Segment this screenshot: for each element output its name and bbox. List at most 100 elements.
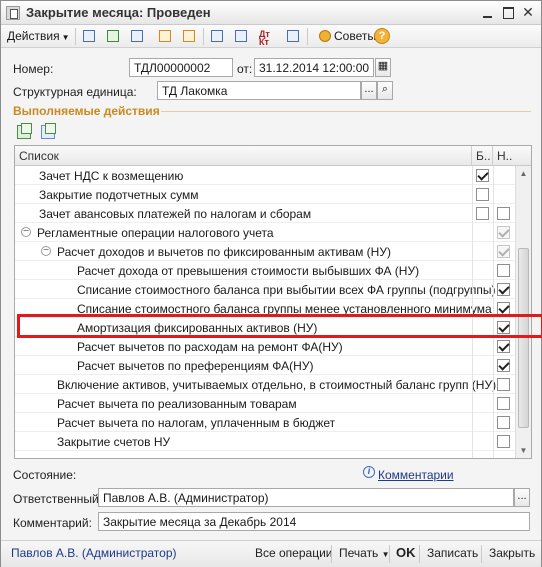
- unpost-document-icon[interactable]: [181, 28, 197, 44]
- scroll-up-icon[interactable]: ▲: [516, 166, 531, 181]
- checkbox-n[interactable]: [497, 283, 510, 296]
- table-row[interactable]: Расчет вычета по реализованным товарам: [15, 394, 515, 413]
- close-button[interactable]: Закрыть: [489, 546, 535, 560]
- date-field[interactable]: 31.12.2014 12:00:00: [254, 58, 374, 77]
- checkbox-n[interactable]: [497, 264, 510, 277]
- comment-label: Комментарий:: [13, 516, 92, 530]
- uncheck-all-icon[interactable]: [41, 123, 56, 139]
- checkbox-n[interactable]: [497, 245, 510, 258]
- row-label: Расчет вычета по налогам, уплаченным в б…: [57, 416, 336, 430]
- checkbox-n[interactable]: [497, 378, 510, 391]
- print-button[interactable]: Печать ▼: [339, 546, 390, 560]
- list-view-icon[interactable]: [209, 28, 225, 44]
- table-row[interactable]: Амортизация фиксированных активов (НУ): [15, 318, 515, 337]
- dt-kt-icon[interactable]: Дт Кт: [259, 30, 275, 47]
- checkbox-n[interactable]: [497, 397, 510, 410]
- title-bar: Закрытие месяца: Проведен ✕: [1, 1, 541, 25]
- column-header-list[interactable]: Список: [19, 149, 59, 163]
- info-icon: i: [363, 466, 375, 478]
- scroll-down-icon[interactable]: ▼: [516, 443, 531, 458]
- table-row[interactable]: Закрытие счетов НУ: [15, 432, 515, 451]
- footer-divider: [419, 545, 420, 563]
- print-label: Печать: [339, 546, 379, 560]
- collapse-toggle-icon[interactable]: −: [41, 246, 51, 256]
- checkbox-n[interactable]: [497, 226, 510, 239]
- number-field[interactable]: ТДЛ00000002: [129, 58, 233, 77]
- state-label: Состояние:: [13, 468, 77, 482]
- checkbox-b[interactable]: [476, 207, 489, 220]
- checkbox-n[interactable]: [497, 340, 510, 353]
- responsible-select-button[interactable]: ...: [514, 488, 530, 507]
- refresh-icon[interactable]: [105, 28, 121, 44]
- toolbar-divider: [75, 28, 76, 45]
- calendar-icon[interactable]: ▦: [375, 58, 391, 77]
- table-row[interactable]: Списание стоимостного баланса группы мен…: [15, 299, 515, 318]
- save-button[interactable]: Записать: [427, 546, 478, 560]
- help-icon[interactable]: ?: [374, 28, 390, 44]
- author-link[interactable]: Павлов А.В. (Администратор): [11, 546, 177, 560]
- footer-divider: [481, 545, 482, 563]
- unit-select-button[interactable]: ...: [361, 81, 377, 100]
- tips-button[interactable]: Советы: [319, 29, 376, 43]
- row-label: Амортизация фиксированных активов (НУ): [77, 321, 318, 335]
- all-operations-button[interactable]: Все операции: [255, 546, 332, 560]
- table-scrollbar[interactable]: ▲ ▼: [515, 166, 531, 458]
- unit-label: Структурная единица:: [13, 85, 137, 99]
- column-header-b[interactable]: Б..: [476, 149, 491, 163]
- responsible-field[interactable]: Павлов А.В. (Администратор): [98, 488, 514, 507]
- window-title: Закрытие месяца: Проведен: [26, 5, 211, 20]
- print-form-icon[interactable]: [285, 28, 301, 44]
- table-row[interactable]: Включение активов, учитываемых отдельно,…: [15, 375, 515, 394]
- close-window-button[interactable]: ✕: [519, 4, 537, 21]
- row-label: Закрытие счетов НУ: [57, 435, 171, 449]
- column-header-n[interactable]: Н..: [497, 149, 512, 163]
- footer-divider: [389, 545, 390, 563]
- row-label: Списание стоимостного баланса при выбыти…: [77, 283, 496, 297]
- table-row[interactable]: Расчет вычетов по расходам на ремонт ФА(…: [15, 337, 515, 356]
- tips-label: Советы: [334, 29, 376, 43]
- dropdown-arrow-icon: ▼: [61, 33, 70, 42]
- checkbox-b[interactable]: [476, 169, 489, 182]
- maximize-button[interactable]: [499, 4, 517, 21]
- checkbox-n[interactable]: [497, 416, 510, 429]
- comment-field[interactable]: Закрытие месяца за Декабрь 2014: [98, 512, 530, 531]
- table-row[interactable]: − Расчет доходов и вычетов по фиксированн…: [15, 242, 515, 261]
- comments-link[interactable]: Комментарии: [378, 468, 454, 482]
- collapse-toggle-icon[interactable]: −: [21, 227, 31, 237]
- column-divider: [492, 146, 493, 166]
- copy-icon[interactable]: [129, 28, 145, 44]
- document-window: Закрытие месяца: Проведен ✕ Действия ▼ Дт…: [0, 0, 542, 567]
- row-label: Регламентные операции налогового учета: [37, 226, 274, 240]
- table-row[interactable]: Расчет вычета по налогам, уплаченным в б…: [15, 413, 515, 432]
- unit-field[interactable]: ТД Лакомка: [157, 81, 361, 100]
- row-label: Расчет дохода от превышения стоимости вы…: [77, 264, 420, 278]
- table-row[interactable]: Расчет дохода от превышения стоимости вы…: [15, 261, 515, 280]
- table-row[interactable]: Расчет вычетов по преференциям ФА(НУ): [15, 356, 515, 375]
- column-divider: [471, 146, 472, 166]
- ok-button[interactable]: OK: [396, 545, 416, 560]
- actions-table: Список Б.. Н.. Зачет НДС к возмещению Зак…: [14, 145, 532, 459]
- write-and-close-icon[interactable]: [81, 28, 97, 44]
- checkbox-b[interactable]: [476, 188, 489, 201]
- checkbox-n[interactable]: [497, 321, 510, 334]
- row-label: Списание стоимостного баланса группы мен…: [77, 302, 492, 316]
- checkbox-n[interactable]: [497, 359, 510, 372]
- table-row[interactable]: Зачет НДС к возмещению: [15, 166, 515, 185]
- checkbox-n[interactable]: [497, 207, 510, 220]
- post-document-icon[interactable]: [157, 28, 173, 44]
- table-row[interactable]: Зачет авансовых платежей по налогам и сб…: [15, 204, 515, 223]
- checkbox-n[interactable]: [497, 435, 510, 448]
- footer-divider: [331, 545, 332, 563]
- checkbox-n[interactable]: [497, 302, 510, 315]
- structure-icon[interactable]: [233, 28, 249, 44]
- minimize-button[interactable]: [479, 4, 497, 21]
- check-all-icon[interactable]: [17, 123, 32, 139]
- scroll-thumb[interactable]: [518, 248, 529, 428]
- table-row[interactable]: Закрытие подотчетных сумм: [15, 185, 515, 204]
- table-row[interactable]: − Регламентные операции налогового учета: [15, 223, 515, 242]
- search-icon[interactable]: ⌕: [377, 81, 393, 100]
- tips-icon: [319, 30, 331, 42]
- table-row[interactable]: Списание стоимостного баланса при выбыти…: [15, 280, 515, 299]
- row-label: Расчет вычетов по преференциям ФА(НУ): [77, 359, 314, 373]
- actions-menu-button[interactable]: Действия ▼: [7, 29, 70, 43]
